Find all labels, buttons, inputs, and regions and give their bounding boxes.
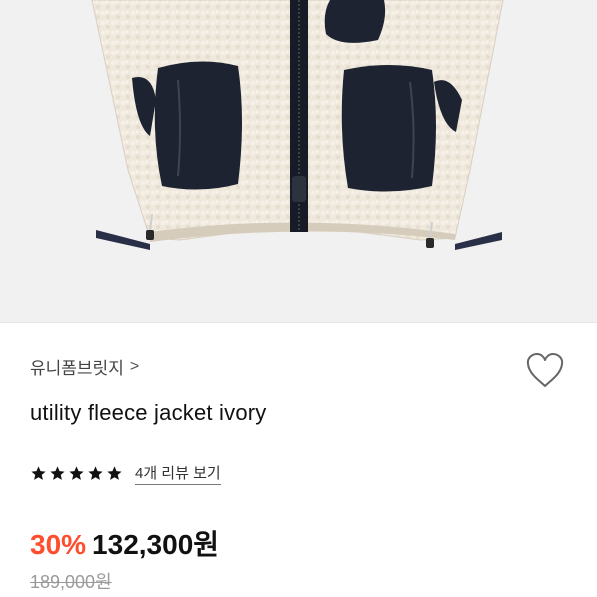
original-price: 189,000원	[30, 572, 112, 592]
image-divider	[0, 322, 597, 323]
star-icon	[50, 466, 65, 480]
brand-name: 유니폼브릿지	[30, 359, 124, 378]
brand-link[interactable]: 유니폼브릿지 >	[30, 354, 139, 379]
star-icon	[69, 466, 84, 480]
star-icon	[88, 466, 103, 480]
star-icon	[31, 466, 46, 480]
product-detail-page: 유니폼브릿지 > utility fleece jacket ivory 4개 …	[0, 0, 597, 597]
chevron-right-icon: >	[129, 357, 140, 375]
product-title: utility fleece jacket ivory	[30, 400, 267, 425]
sale-price: 132,300원	[92, 529, 220, 560]
rating-row: 4개 리뷰 보기	[30, 462, 221, 485]
jacket-image	[91, 0, 504, 250]
star-icon	[107, 466, 122, 480]
price-row: 30% 132,300원	[30, 523, 219, 563]
star-rating	[30, 465, 123, 482]
discount-rate: 30%	[30, 529, 87, 560]
view-reviews-link[interactable]: 4개 리뷰 보기	[135, 462, 221, 485]
wishlist-heart-icon[interactable]	[524, 350, 566, 390]
product-image[interactable]	[0, 0, 597, 322]
